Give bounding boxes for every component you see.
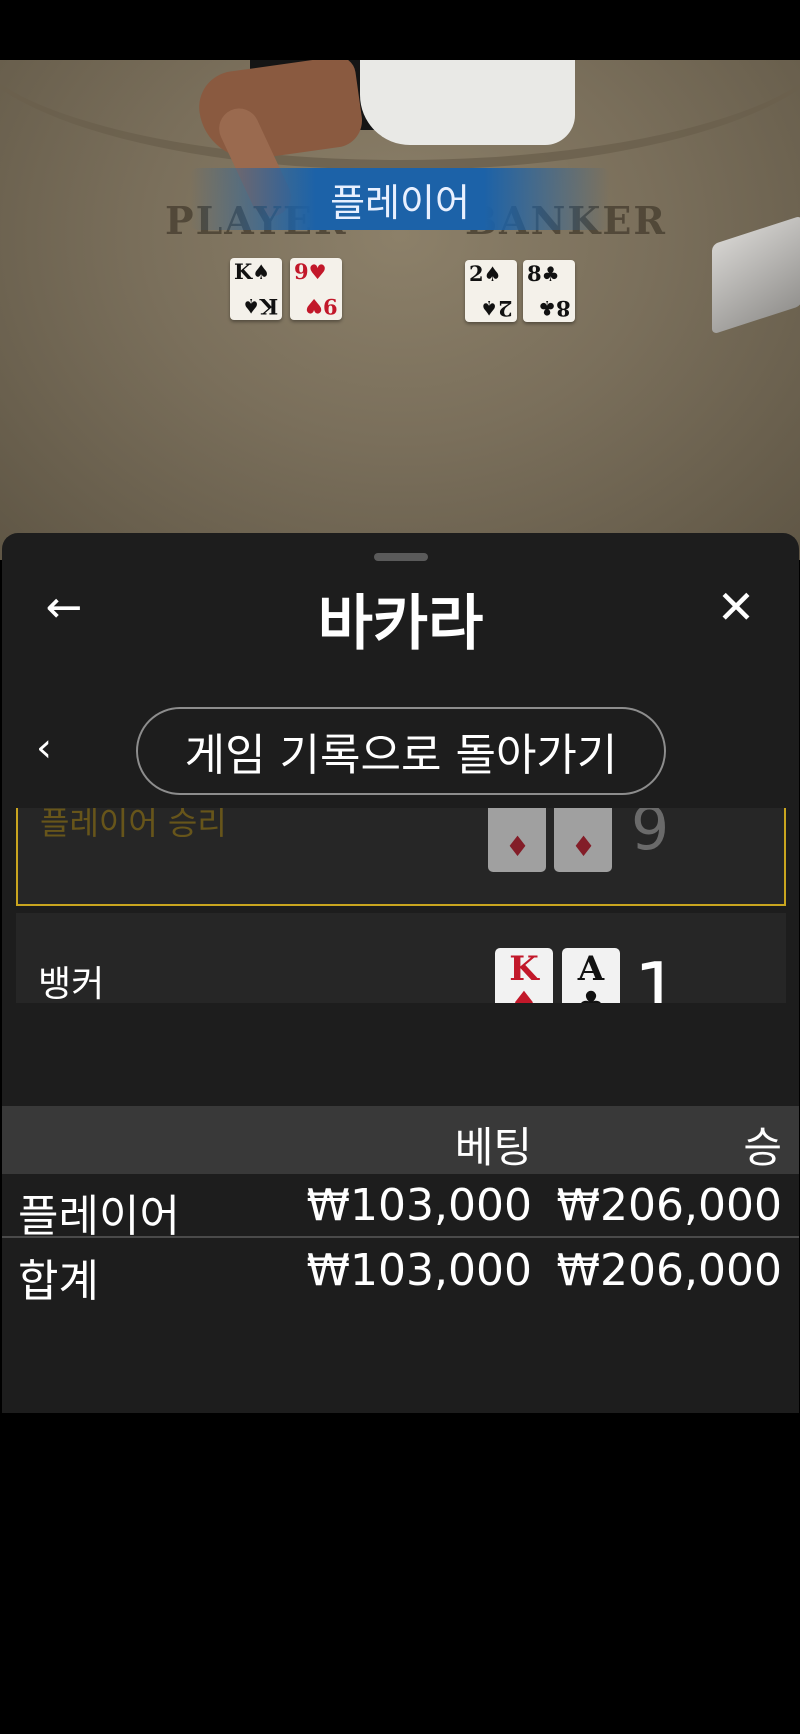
card-rank: K <box>259 294 278 319</box>
game-history-panel: ← 바카라 ✕ ‹ 게임 기록으로 돌아가기 플레이어 승리 ♦ ♦ 9 뱅커 … <box>2 533 799 1413</box>
result-row-banker: 뱅커 K ♦ A ♣ 1 <box>16 913 786 1003</box>
result-row-player: 플레이어 승리 ♦ ♦ 9 <box>16 808 786 906</box>
result-row-total: 9 <box>631 808 670 864</box>
bet-name: 합계 <box>18 1256 99 1307</box>
page-title: 바카라 <box>317 589 484 659</box>
result-row-label: 뱅커 <box>38 964 105 1003</box>
bet-table-header: 베팅 승 <box>2 1106 799 1174</box>
result-card: A ♣ <box>562 948 620 1003</box>
card-suit: ♦ <box>509 984 539 1003</box>
result-card: ♦ <box>488 808 546 872</box>
result-row-label: 플레이어 승리 <box>40 808 227 842</box>
bet-amount: ₩103,000 <box>306 1245 532 1296</box>
column-header-bet: 베팅 <box>454 1123 532 1172</box>
back-to-history-button[interactable]: 게임 기록으로 돌아가기 <box>136 707 666 795</box>
card-rank: 8 <box>556 296 571 321</box>
card-suit: ♥ <box>305 294 324 318</box>
table-row: 플레이어 ₩103,000 ₩206,000 <box>2 1174 799 1242</box>
card-rank: K <box>234 259 253 284</box>
card-rank: 9 <box>294 259 309 284</box>
table-card-player-1: K♠ K♠ <box>230 258 282 320</box>
card-suit: ♣ <box>538 296 557 320</box>
drag-handle[interactable] <box>374 553 428 561</box>
table-row-total: 합계 ₩103,000 ₩206,000 <box>2 1239 799 1307</box>
card-suit: ♠ <box>252 260 271 284</box>
chevron-left-icon[interactable]: ‹ <box>36 725 52 771</box>
bet-amount: ₩103,000 <box>306 1180 532 1231</box>
card-shoe <box>712 215 800 335</box>
round-result-list[interactable]: 플레이어 승리 ♦ ♦ 9 뱅커 K ♦ A ♣ 1 <box>2 808 799 1003</box>
winner-banner: 플레이어 <box>190 168 610 230</box>
card-suit: ♠ <box>241 294 260 318</box>
bet-name: 플레이어 <box>18 1191 180 1242</box>
card-suit: ♣ <box>541 262 560 286</box>
table-card-banker-1: 2♠ 2♠ <box>465 260 517 322</box>
card-rank: 8 <box>527 261 542 286</box>
result-card: ♦ <box>554 808 612 872</box>
card-suit: ♥ <box>308 260 327 284</box>
card-suit: ♠ <box>483 262 502 286</box>
card-rank: 2 <box>469 261 484 286</box>
winner-banner-text: 플레이어 <box>330 180 470 225</box>
win-amount: ₩206,000 <box>556 1180 782 1231</box>
result-card: K ♦ <box>495 948 553 1003</box>
card-suit: ♦ <box>505 830 531 863</box>
result-row-total: 1 <box>634 947 680 1003</box>
table-card-player-2: 9♥ 9♥ <box>290 258 342 320</box>
win-amount: ₩206,000 <box>556 1245 782 1296</box>
back-to-history-label: 게임 기록으로 돌아가기 <box>184 730 618 781</box>
card-rank: 9 <box>323 294 338 319</box>
column-header-win: 승 <box>743 1123 782 1172</box>
card-rank: 2 <box>498 296 513 321</box>
live-video-feed: PLAYER BANKER 플레이어 K♠ K♠ 9♥ 9♥ 2♠ 2♠ 8♣ … <box>0 60 800 560</box>
close-icon[interactable]: ✕ <box>714 580 758 634</box>
card-rank: K <box>509 949 539 989</box>
dealer-sleeve <box>360 60 575 145</box>
card-suit: ♦ <box>571 830 597 863</box>
card-suit: ♣ <box>576 984 606 1003</box>
history-nav-row: ‹ 게임 기록으로 돌아가기 <box>2 705 799 795</box>
table-card-banker-2: 8♣ 8♣ <box>523 260 575 322</box>
card-rank: A <box>577 949 605 989</box>
card-suit: ♠ <box>480 296 499 320</box>
